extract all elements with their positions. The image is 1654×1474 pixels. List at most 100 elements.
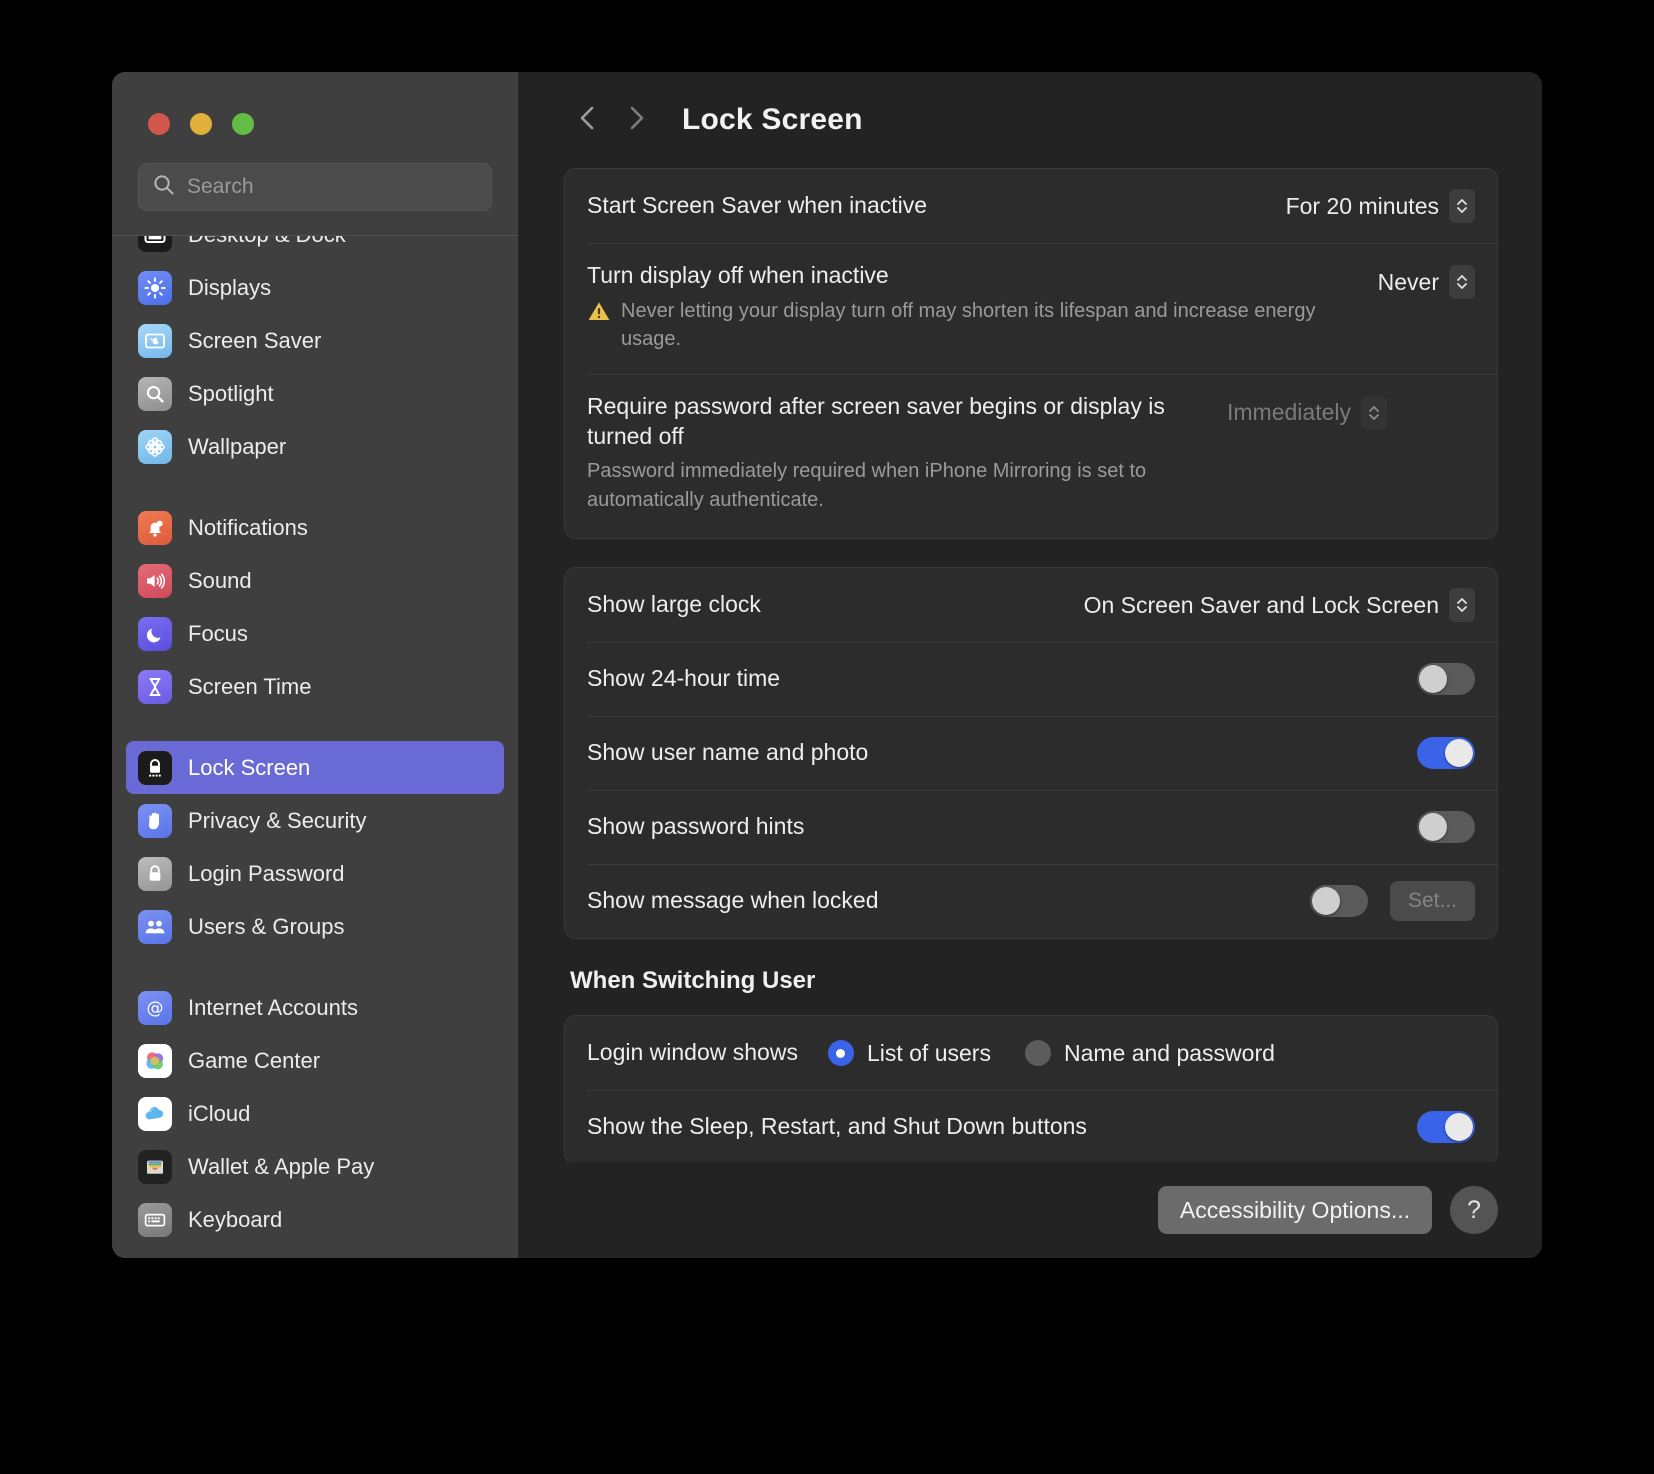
sidebar-item-users-groups[interactable]: Users & Groups <box>126 900 504 953</box>
privacy-security-icon <box>138 803 172 838</box>
toggle-knob <box>1311 887 1340 916</box>
show-24-hour-time-toggle[interactable] <box>1417 663 1475 696</box>
sidebar-item-desktop-dock[interactable]: Desktop & Dock <box>126 236 504 261</box>
sidebar-item-displays[interactable]: Displays <box>126 261 504 314</box>
sidebar-item-wallpaper[interactable]: Wallpaper <box>126 420 504 473</box>
sidebar-item-label: Desktop & Dock <box>188 236 346 248</box>
sidebar-item-spotlight[interactable]: Spotlight <box>126 367 504 420</box>
row-show-large-clock[interactable]: Show large clock On Screen Saver and Loc… <box>565 568 1497 642</box>
row-show-user-name-and-photo[interactable]: Show user name and photo <box>565 716 1497 790</box>
sidebar: Desktop & Dock Displays Screen Saver <box>112 72 518 1258</box>
row-label: Show password hints <box>587 813 805 840</box>
chevron-updown-icon <box>1360 395 1387 430</box>
row-start-screen-saver[interactable]: Start Screen Saver when inactive For 20 … <box>565 169 1497 243</box>
minimize-button[interactable] <box>190 113 212 135</box>
switching-user-card: Login window shows List of users Name an… <box>564 1015 1498 1162</box>
forward-button[interactable] <box>612 96 660 144</box>
sidebar-item-keyboard[interactable]: Keyboard <box>126 1193 504 1246</box>
row-control: Immediately <box>1227 392 1387 430</box>
sidebar-item-focus[interactable]: Focus <box>126 607 504 660</box>
game-center-icon <box>138 1043 172 1078</box>
toggle-knob <box>1419 665 1447 694</box>
lock-screen-icon <box>138 750 172 785</box>
toggle-knob <box>1445 739 1473 768</box>
page-title: Lock Screen <box>682 103 863 136</box>
sidebar-item-internet-accounts[interactable]: @ Internet Accounts <box>126 981 504 1034</box>
close-button[interactable] <box>148 113 170 135</box>
search-input[interactable] <box>187 175 477 199</box>
show-message-when-locked-toggle[interactable] <box>1309 885 1368 918</box>
help-button[interactable]: ? <box>1450 1186 1498 1234</box>
row-label: Show message when locked <box>587 887 879 914</box>
warning-note: Never letting your display turn off may … <box>587 297 1378 354</box>
warning-triangle-icon <box>587 300 611 327</box>
sidebar-item-label: Keyboard <box>188 1206 283 1232</box>
row-login-window-shows[interactable]: Login window shows List of users Name an… <box>565 1016 1497 1090</box>
row-show-sleep-restart-shutdown[interactable]: Show the Sleep, Restart, and Shut Down b… <box>565 1090 1497 1162</box>
window-controls <box>112 72 518 135</box>
sleep-restart-shutdown-toggle[interactable] <box>1417 1111 1475 1144</box>
sidebar-item-sound[interactable]: Sound <box>126 554 504 607</box>
row-show-message-when-locked[interactable]: Show message when locked Set... <box>565 864 1497 938</box>
sidebar-item-label: Screen Time <box>188 673 312 699</box>
switching-user-section-title: When Switching User <box>570 967 816 995</box>
login-window-radio-group: List of users Name and password <box>827 1039 1475 1067</box>
sidebar-item-wallet-apple-pay[interactable]: Wallet & Apple Pay <box>126 1140 504 1193</box>
sidebar-item-label: Notifications <box>188 514 308 540</box>
set-message-button[interactable]: Set... <box>1389 881 1475 922</box>
row-show-password-hints[interactable]: Show password hints <box>565 790 1497 864</box>
sidebar-item-label: Spotlight <box>188 380 274 406</box>
sidebar-item-login-password[interactable]: Login Password <box>126 847 504 900</box>
row-show-24-hour-time[interactable]: Show 24-hour time <box>565 642 1497 716</box>
sidebar-item-icloud[interactable]: iCloud <box>126 1087 504 1140</box>
radio-button[interactable] <box>1024 1040 1051 1067</box>
sidebar-item-label: Privacy & Security <box>188 807 367 833</box>
desktop-dock-icon <box>138 236 172 252</box>
popup-value: Never <box>1377 268 1439 295</box>
sidebar-item-lock-screen[interactable]: Lock Screen <box>126 741 504 794</box>
row-turn-display-off[interactable]: Turn display off when inactive Never let… <box>565 243 1497 374</box>
accessibility-options-button[interactable]: Accessibility Options... <box>1157 1186 1432 1234</box>
internet-accounts-icon: @ <box>138 990 172 1025</box>
radio-name-and-password[interactable]: Name and password <box>1024 1040 1275 1067</box>
sidebar-item-label: Focus <box>188 620 248 646</box>
maximize-button[interactable] <box>232 113 254 135</box>
turn-display-off-popup[interactable]: Never <box>1378 265 1475 299</box>
sidebar-item-screen-time[interactable]: Screen Time <box>126 660 504 713</box>
row-control <box>1417 1111 1475 1144</box>
popup-value: For 20 minutes <box>1285 192 1439 219</box>
radio-label: List of users <box>866 1039 991 1066</box>
require-password-popup[interactable]: Immediately <box>1227 395 1387 430</box>
back-button[interactable] <box>564 96 612 144</box>
start-screen-saver-popup[interactable]: For 20 minutes <box>1286 189 1475 223</box>
show-large-clock-popup[interactable]: On Screen Saver and Lock Screen <box>1084 588 1475 623</box>
sidebar-item-game-center[interactable]: Game Center <box>126 1034 504 1087</box>
row-control <box>1417 737 1475 770</box>
sidebar-item-notifications[interactable]: Notifications <box>126 501 504 554</box>
row-require-password[interactable]: Require password after screen saver begi… <box>565 373 1497 539</box>
settings-scroll-area[interactable]: Start Screen Saver when inactive For 20 … <box>518 168 1542 1162</box>
chevron-left-icon <box>575 103 601 138</box>
sidebar-item-screen-saver[interactable]: Screen Saver <box>126 314 504 367</box>
search-box[interactable] <box>138 163 492 211</box>
sidebar-item-label: Internet Accounts <box>188 994 358 1020</box>
chevron-updown-icon <box>1449 189 1475 223</box>
system-settings-window: Desktop & Dock Displays Screen Saver <box>112 72 1542 1258</box>
sidebar-item-label: Users & Groups <box>188 913 345 939</box>
row-label: Show the Sleep, Restart, and Shut Down b… <box>587 1113 1087 1140</box>
spotlight-icon <box>138 376 172 411</box>
screen-saver-icon <box>138 323 172 358</box>
login-password-icon <box>138 856 172 891</box>
sidebar-item-privacy-security[interactable]: Privacy & Security <box>126 794 504 847</box>
sidebar-item-label: Login Password <box>188 860 345 886</box>
row-control: For 20 minutes <box>1286 189 1475 223</box>
content-pane: Lock Screen Start Screen Saver when inac… <box>518 72 1542 1258</box>
show-user-name-and-photo-toggle[interactable] <box>1417 737 1475 770</box>
radio-button[interactable] <box>827 1040 854 1067</box>
radio-list-of-users[interactable]: List of users <box>827 1039 991 1067</box>
sound-icon <box>138 563 172 598</box>
sidebar-scroll-area[interactable]: Desktop & Dock Displays Screen Saver <box>112 236 518 1258</box>
footer-bar: Accessibility Options... ? <box>518 1162 1542 1258</box>
show-password-hints-toggle[interactable] <box>1417 811 1475 844</box>
